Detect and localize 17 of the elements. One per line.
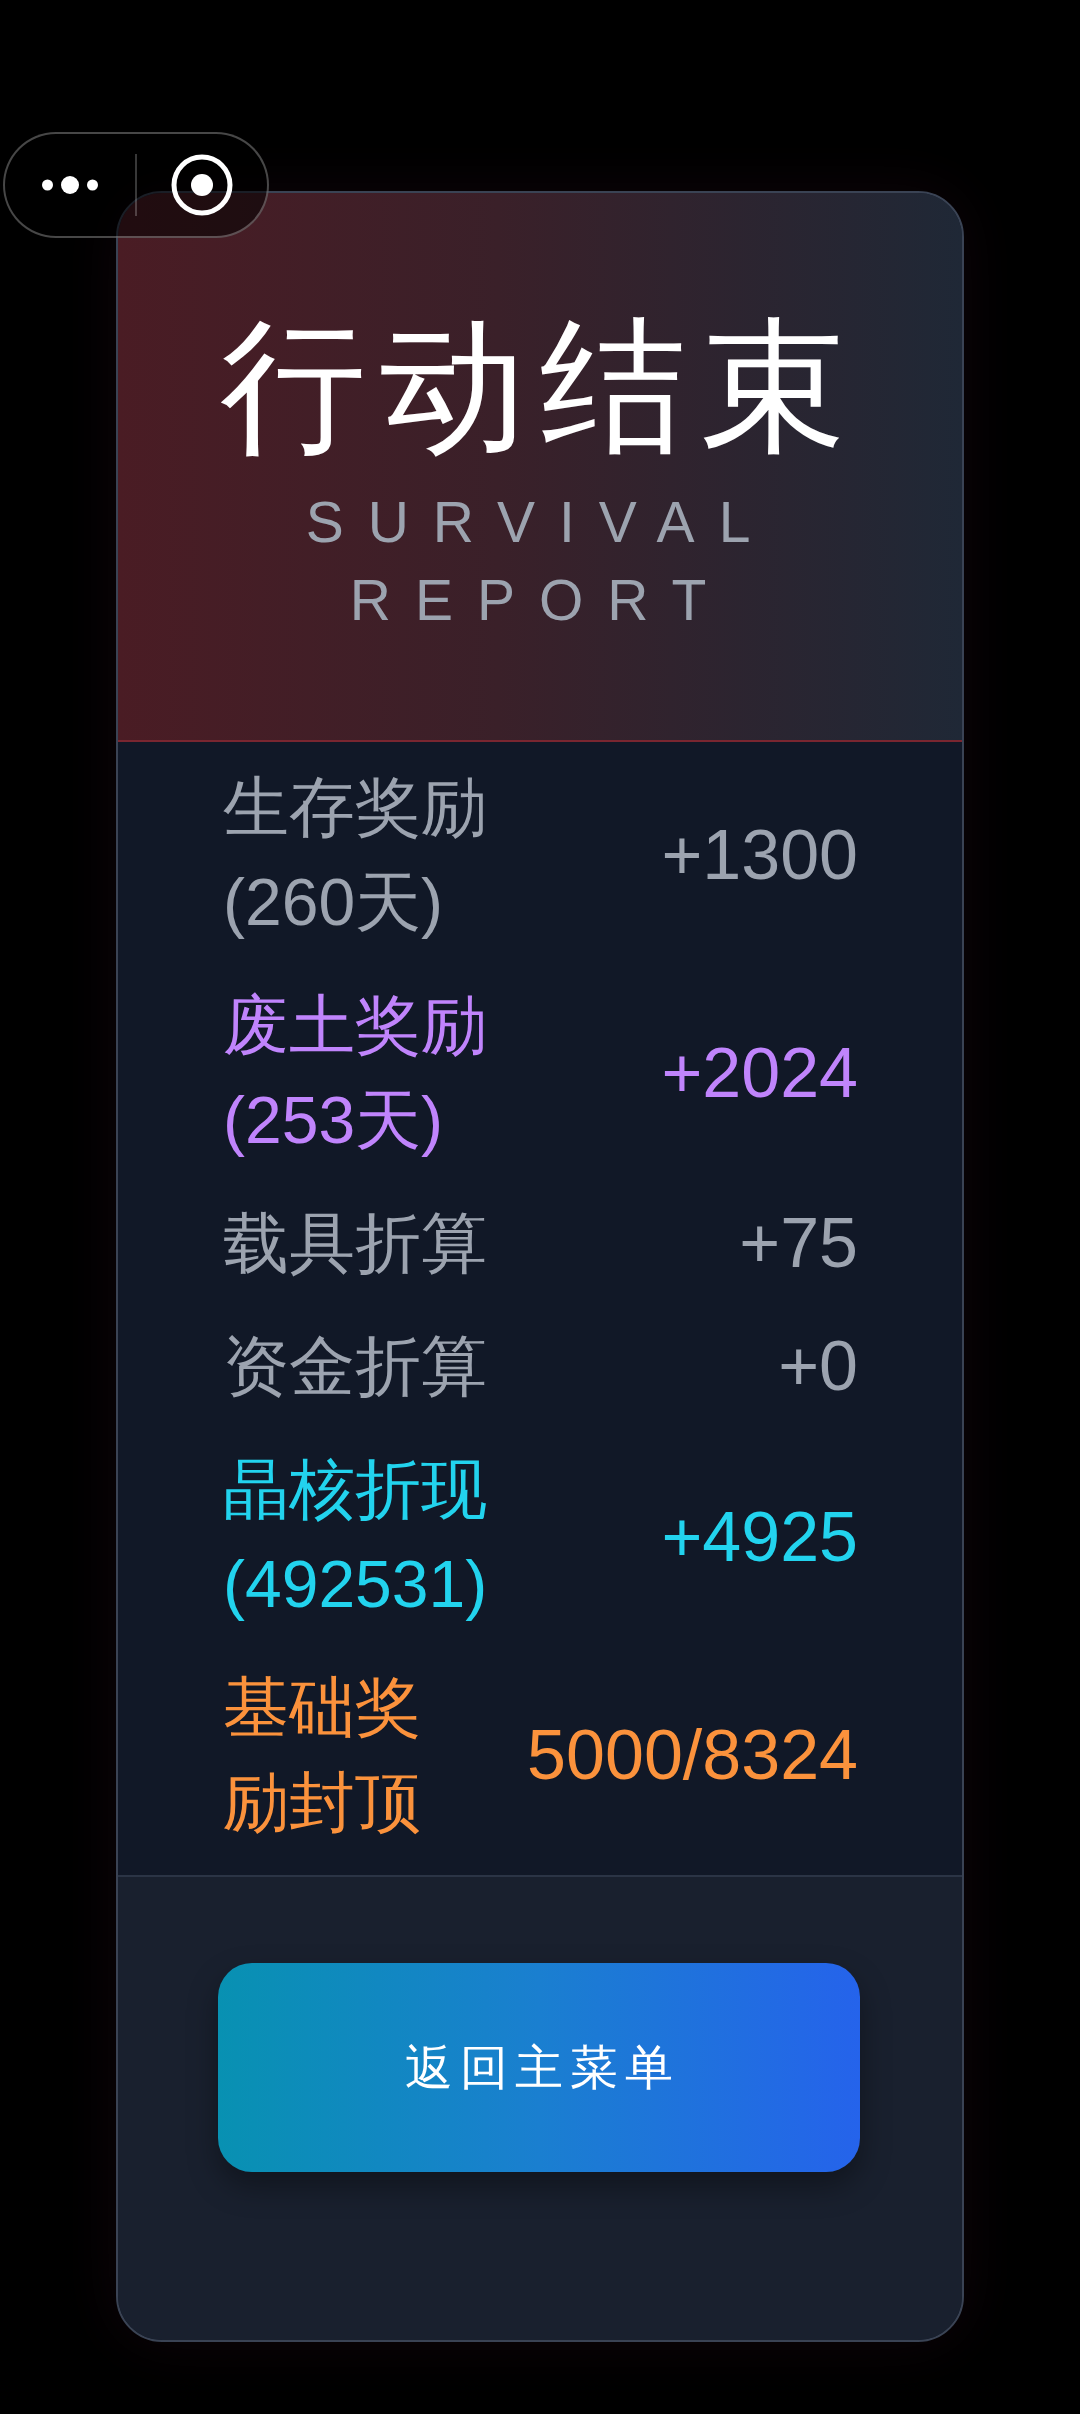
reward-label: 晶核折现 (492531) <box>223 1451 489 1623</box>
report-title: 行动结束 <box>219 306 861 471</box>
reward-value: +2024 <box>661 1032 858 1114</box>
reward-label: 载具折算 <box>223 1205 488 1282</box>
reward-label: 资金折算 <box>223 1328 488 1405</box>
reward-value: +1300 <box>661 814 858 896</box>
reward-value: +4925 <box>661 1496 858 1578</box>
more-icon[interactable] <box>42 176 98 194</box>
report-subtitle: SURVIVAL REPORT <box>304 489 776 634</box>
reward-value: +0 <box>778 1326 858 1407</box>
reward-value: 5000/8324 <box>527 1714 858 1796</box>
reward-label: 废土奖励 (253天) <box>223 987 488 1159</box>
reward-label: 生存奖励 (260天) <box>223 769 488 941</box>
target-icon[interactable] <box>171 154 233 216</box>
main-menu-button[interactable]: 返回主菜单 <box>218 1963 860 2172</box>
reward-value: +75 <box>739 1203 858 1284</box>
reward-label: 基础奖励封顶 <box>223 1669 422 1841</box>
